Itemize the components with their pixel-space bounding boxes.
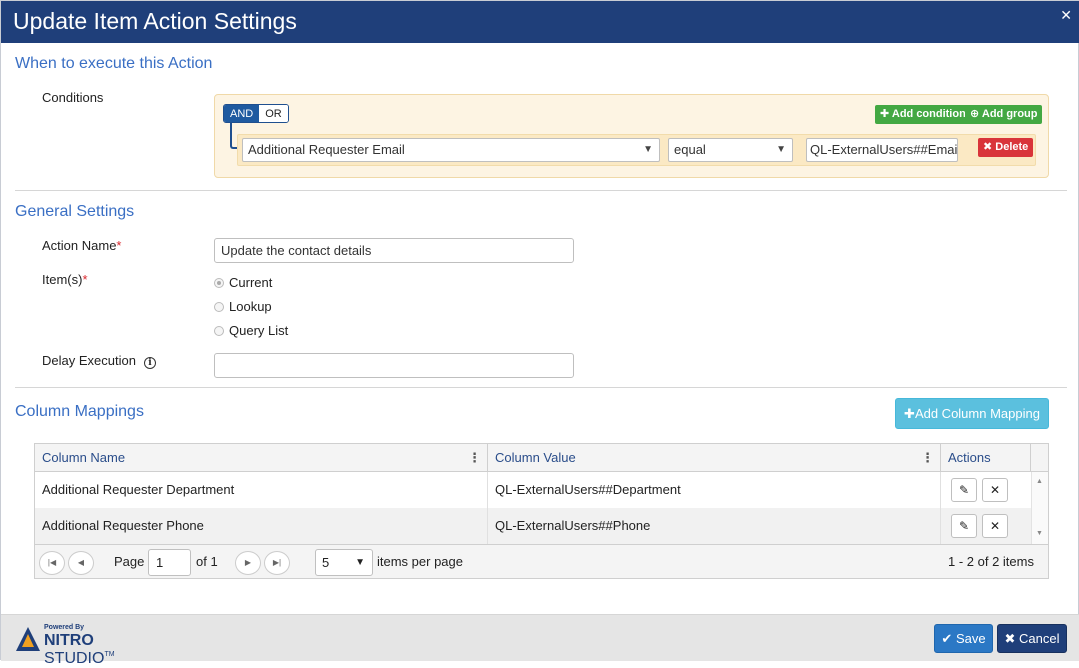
column-header-actions: Actions <box>941 444 1031 472</box>
add-condition-button[interactable]: ✚ Add condition <box>875 105 971 124</box>
check-icon: ✔ <box>941 631 953 646</box>
remove-row-button[interactable]: ✕ <box>982 514 1008 538</box>
caret-down-icon: ▼ <box>355 557 365 568</box>
close-icon: ✕ <box>989 483 1001 497</box>
column-menu-icon[interactable]: ⋮ <box>468 444 481 472</box>
add-column-mapping-label: Add Column Mapping <box>914 406 1040 421</box>
pager-summary: 1 - 2 of 2 items <box>948 554 1034 569</box>
plus-icon: ✚ <box>880 108 890 120</box>
first-page-icon: |◀ <box>47 558 57 567</box>
delay-execution-input[interactable] <box>214 353 574 378</box>
condition-operator-value: equal <box>674 142 706 157</box>
page-size-select[interactable]: 5 ▼ <box>315 549 373 576</box>
general-section-title: General Settings <box>15 203 135 220</box>
radio-icon <box>214 326 224 336</box>
caret-down-icon: ▼ <box>643 144 653 155</box>
and-or-toggle[interactable]: AND OR <box>223 104 289 123</box>
first-page-button[interactable]: |◀ <box>39 551 65 575</box>
close-icon: ✕ <box>989 519 1001 533</box>
action-name-label: Action Name* <box>42 238 122 253</box>
action-name-input[interactable]: Update the contact details <box>214 238 574 263</box>
and-toggle[interactable]: AND <box>224 105 260 122</box>
powered-by-label: Powered By <box>44 624 85 631</box>
action-settings-dialog: Update Item Action Settings ✕ When to ex… <box>0 0 1079 667</box>
add-condition-label: Add condition <box>891 108 966 120</box>
remove-row-button[interactable]: ✕ <box>982 478 1008 502</box>
grid-scrollbar[interactable]: ▲ ▼ <box>1031 472 1048 544</box>
condition-value-input[interactable]: QL-ExternalUsers##Email <box>806 138 958 162</box>
nitro-studio-logo: Powered By NITRO STUDIOTM <box>15 624 165 667</box>
pencil-icon: ✎ <box>958 519 970 533</box>
cell-column-name: Additional Requester Phone <box>35 508 488 544</box>
or-toggle[interactable]: OR <box>259 105 288 122</box>
brand-name: NITRO STUDIOTM <box>44 632 115 667</box>
delete-condition-button[interactable]: ✖ Delete <box>978 138 1034 157</box>
prev-page-button[interactable]: ◀ <box>68 551 94 575</box>
next-page-button[interactable]: ▶ <box>235 551 261 575</box>
close-icon[interactable]: ✕ <box>1060 7 1072 24</box>
delete-label: Delete <box>995 141 1029 153</box>
edit-row-button[interactable]: ✎ <box>951 478 977 502</box>
add-group-button[interactable]: ⊕ Add group <box>965 105 1043 124</box>
condition-field-select[interactable]: Additional Requester Email ▼ <box>242 138 660 162</box>
conditions-builder: AND OR ✚ Add condition ⊕ Add group Addit… <box>214 94 1049 178</box>
delay-execution-label: Delay Execution i <box>42 353 156 369</box>
caret-down-icon: ▼ <box>776 144 786 155</box>
grid-pager: |◀ ◀ Page 1 of 1 ▶ ▶| 5 ▼ items per page… <box>35 544 1048 578</box>
grid-header: Column Name ⋮ Column Value ⋮ Actions <box>35 444 1048 472</box>
page-number-input[interactable]: 1 <box>148 549 191 576</box>
save-button[interactable]: ✔ Save <box>934 624 993 653</box>
column-menu-icon[interactable]: ⋮ <box>921 444 934 472</box>
prev-page-icon: ◀ <box>77 558 85 567</box>
plus-circle-icon: ⊕ <box>970 108 980 120</box>
dialog-titlebar: Update Item Action Settings ✕ <box>1 1 1079 43</box>
column-mappings-grid: Column Name ⋮ Column Value ⋮ Actions Add… <box>34 443 1049 579</box>
items-label: Item(s)* <box>42 272 88 287</box>
cell-column-value: QL-ExternalUsers##Department <box>488 472 941 508</box>
scroll-down-icon[interactable]: ▼ <box>1036 530 1043 537</box>
edit-row-button[interactable]: ✎ <box>951 514 977 538</box>
column-header-value[interactable]: Column Value ⋮ <box>488 444 941 472</box>
table-row: Additional Requester Phone QL-ExternalUs… <box>35 508 1031 544</box>
dialog-title: Update Item Action Settings <box>13 8 297 34</box>
table-row: Additional Requester Department QL-Exter… <box>35 472 1031 508</box>
cell-column-value: QL-ExternalUsers##Phone <box>488 508 941 544</box>
mappings-section-title: Column Mappings <box>15 403 144 420</box>
section-divider <box>15 190 1067 191</box>
items-per-page-label: items per page <box>377 554 463 569</box>
last-page-button[interactable]: ▶| <box>264 551 290 575</box>
items-radio-query-list[interactable]: Query List <box>214 323 288 338</box>
page-label: Page <box>114 554 145 569</box>
cancel-label: Cancel <box>1019 631 1060 646</box>
add-group-label: Add group <box>981 108 1038 120</box>
plus-icon: ✚ <box>904 406 915 421</box>
save-label: Save <box>955 631 986 646</box>
required-mark: * <box>116 238 122 253</box>
when-section-title: When to execute this Action <box>15 55 213 72</box>
radio-selected-icon <box>214 278 224 288</box>
add-column-mapping-button[interactable]: ✚Add Column Mapping <box>895 398 1049 429</box>
dialog-footer: Powered By NITRO STUDIOTM ✔ Save ✖ Cance… <box>1 614 1079 667</box>
radio-icon <box>214 302 224 312</box>
cell-column-name: Additional Requester Department <box>35 472 488 508</box>
scroll-up-icon[interactable]: ▲ <box>1036 478 1043 485</box>
column-header-name[interactable]: Column Name ⋮ <box>35 444 488 472</box>
condition-operator-select[interactable]: equal ▼ <box>668 138 793 162</box>
pencil-icon: ✎ <box>958 483 970 497</box>
page-count-label: of 1 <box>196 554 218 569</box>
info-icon[interactable]: i <box>143 357 156 369</box>
conditions-label: Conditions <box>42 90 104 105</box>
remove-icon: ✖ <box>983 141 993 153</box>
cancel-button[interactable]: ✖ Cancel <box>997 624 1067 653</box>
section-divider <box>15 387 1067 388</box>
last-page-icon: ▶| <box>272 558 282 567</box>
required-mark: * <box>82 272 88 287</box>
condition-field-value: Additional Requester Email <box>248 142 405 157</box>
next-page-icon: ▶ <box>244 558 252 567</box>
close-icon: ✖ <box>1004 631 1016 646</box>
items-radio-lookup[interactable]: Lookup <box>214 299 272 314</box>
nitro-logo-icon <box>16 627 40 651</box>
items-radio-current[interactable]: Current <box>214 275 272 290</box>
